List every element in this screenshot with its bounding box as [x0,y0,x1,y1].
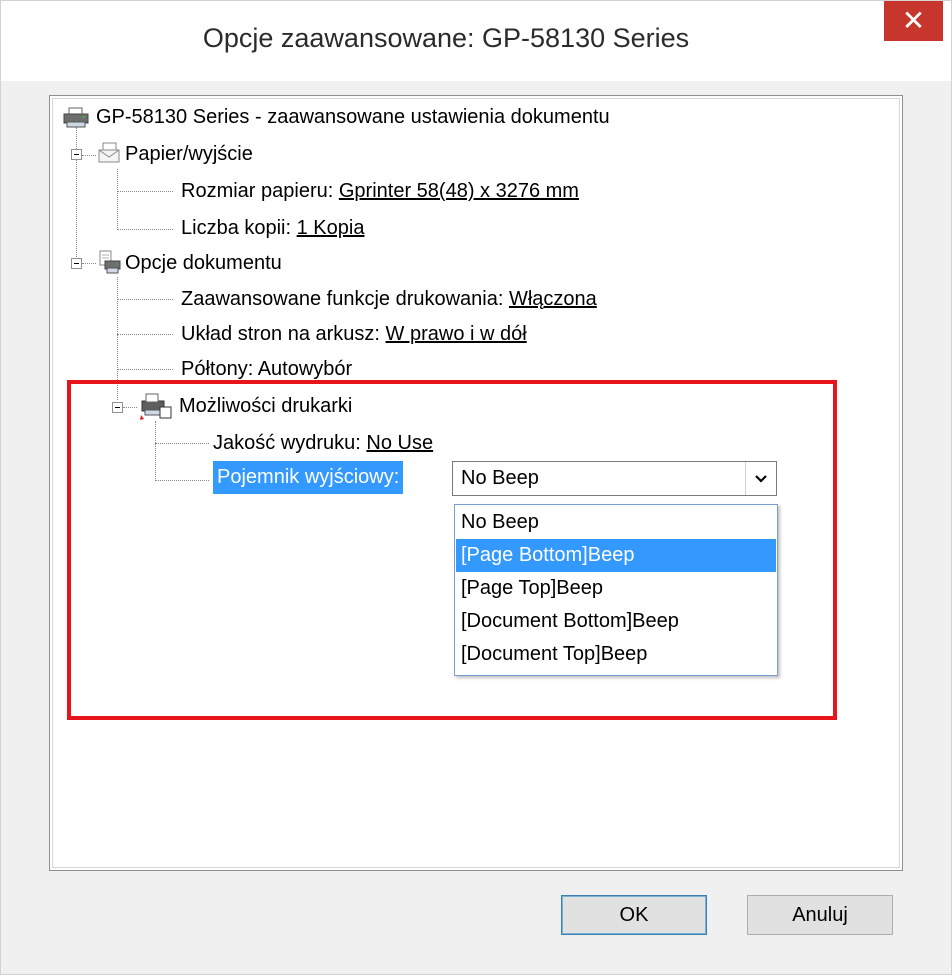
tree-line [117,229,173,230]
document-printer-icon [99,250,121,274]
tree-item-paper-size[interactable]: Rozmiar papieru: Gprinter 58(48) x 3276 … [181,178,579,204]
advanced-options-dialog: Opcje zaawansowane: GP-58130 Series ✕ GP… [0,0,952,975]
tree-root-label[interactable]: GP-58130 Series - zaawansowane ustawieni… [96,104,610,130]
tree-line [117,369,173,370]
close-icon: ✕ [901,5,926,36]
tree-item-advanced-features[interactable]: Zaawansowane funkcje drukowania: Włączon… [181,286,597,312]
annotation-highlight-box [67,380,837,720]
tree-line [117,299,173,300]
tree-node-document-options[interactable]: Opcje dokumentu [125,250,282,276]
page-layout-label: Układ stron na arkusz: [181,323,380,345]
close-button[interactable]: ✕ [884,1,943,41]
page-layout-value[interactable]: W prawo i w dół [386,323,527,345]
tree-item-page-layout[interactable]: Układ stron na arkusz: W prawo i w dół [181,321,527,347]
cancel-button[interactable]: Anuluj [747,895,893,935]
tree-line [117,334,173,335]
title-bar: Opcje zaawansowane: GP-58130 Series ✕ [1,1,951,81]
paper-size-label: Rozmiar papieru: [181,180,334,202]
printer-icon [63,107,89,128]
copies-label: Liczba kopii: [181,217,292,239]
advanced-features-label: Zaawansowane funkcje drukowania: [181,288,504,310]
tree-item-halftone[interactable]: Półtony: Autowybór [181,356,352,382]
copies-value[interactable]: 1 Kopia [297,217,365,239]
paper-envelope-icon [98,142,120,163]
window-title: Opcje zaawansowane: GP-58130 Series [202,23,690,53]
collapse-toggle[interactable] [71,149,82,160]
tree-node-paper[interactable]: Papier/wyjście [125,141,253,167]
advanced-features-value[interactable]: Włączona [509,288,597,310]
tree-item-copies[interactable]: Liczba kopii: 1 Kopia [181,215,364,241]
tree-line [117,191,173,192]
collapse-toggle[interactable] [71,258,82,269]
tree-line [76,127,77,265]
ok-button[interactable]: OK [561,895,707,935]
tree-line [82,155,96,156]
tree-line [117,169,118,230]
tree-line [82,263,96,264]
paper-size-value[interactable]: Gprinter 58(48) x 3276 mm [339,180,579,202]
